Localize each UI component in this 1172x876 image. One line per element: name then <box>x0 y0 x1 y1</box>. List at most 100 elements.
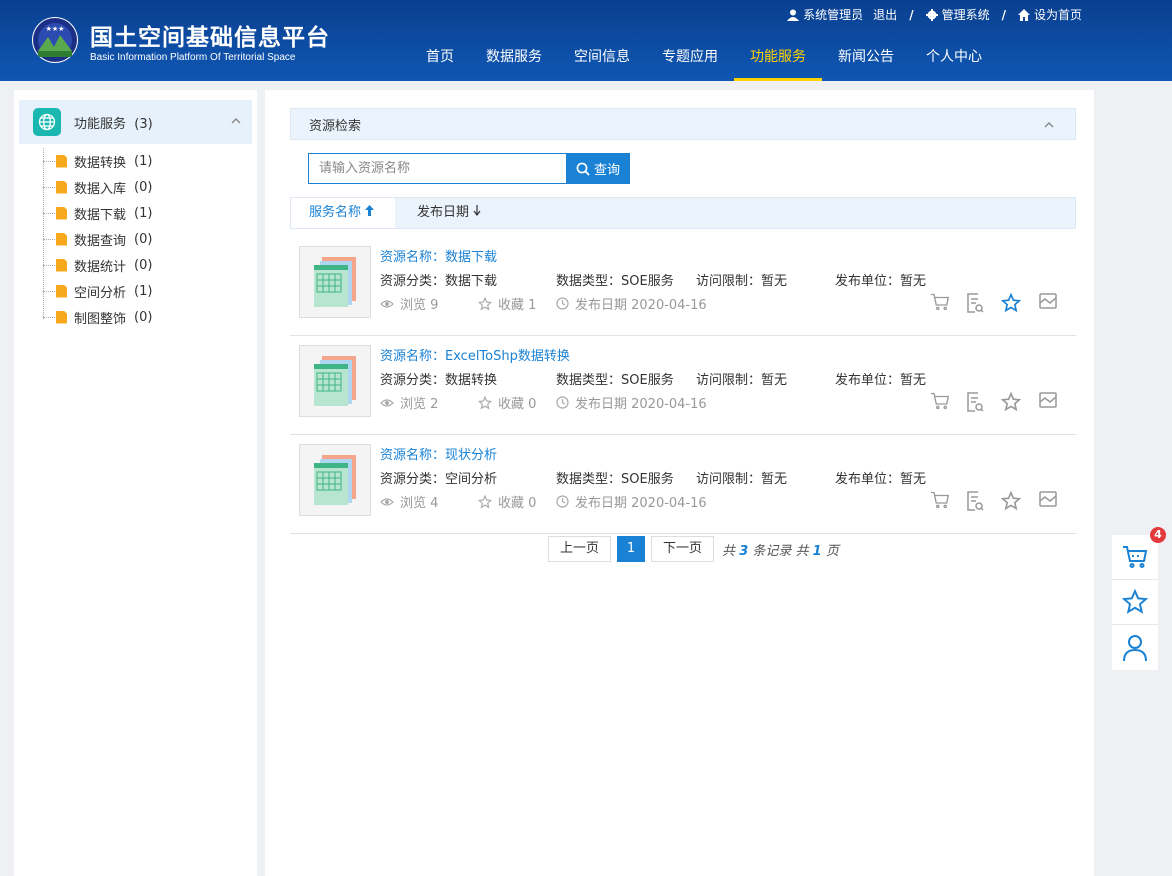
sidebar-item-data-download[interactable]: 数据下载 (1) <box>42 200 257 226</box>
eye-icon <box>380 398 394 407</box>
resource-item: 资源名称：现状分析 资源分类：空间分析 数据类型：SOE服务 访问限制：暂无 发布单位：… <box>290 435 1076 534</box>
star-icon <box>478 395 492 409</box>
total-pages: 1 <box>812 543 822 559</box>
separator: / <box>909 7 914 22</box>
logo: ★★★ <box>32 17 78 63</box>
sidebar-item-data-conversion[interactable]: 数据转换 (1) <box>42 148 257 174</box>
resource-data-type: 数据类型：SOE服务 <box>556 373 674 388</box>
top-user-bar: 系统管理员 退出 / 管理系统 / 设为首页 <box>787 6 1082 23</box>
sort-by-name[interactable]: 服务名称 <box>291 198 395 228</box>
nav-function-service[interactable]: 功能服务 <box>734 36 822 81</box>
nav-personal-center[interactable]: 个人中心 <box>910 36 998 81</box>
folder-icon <box>56 310 67 324</box>
floating-toolbar: 4 <box>1112 527 1166 670</box>
sidebar-category-header[interactable]: 功能服务 (3) <box>19 100 252 144</box>
float-cart-button[interactable]: 4 <box>1112 527 1166 580</box>
platform-title: 国土空间基础信息平台 <box>90 25 330 51</box>
nav-thematic-app[interactable]: 专题应用 <box>646 36 734 81</box>
sidebar-item-data-query[interactable]: 数据查询 (0) <box>42 226 257 252</box>
float-user-button[interactable] <box>1112 625 1158 670</box>
main-panel: 资源检索 查询 服务名称 发布日期 资源名称：数据下载资源分类：数据下载数据类型… <box>265 90 1094 876</box>
sidebar-item-spatial-analysis[interactable]: 空间分析 (1) <box>42 278 257 304</box>
resource-name-link[interactable]: 资源名称：数据下载 <box>380 246 497 265</box>
favorite-star-icon[interactable] <box>1000 292 1022 313</box>
folder-icon <box>56 206 67 220</box>
user-icon <box>1123 634 1147 661</box>
chevron-up-icon[interactable] <box>1043 119 1055 131</box>
resource-thumbnail[interactable] <box>299 444 371 516</box>
view-detail-icon[interactable] <box>966 392 986 412</box>
clock-icon <box>556 297 569 310</box>
search-button[interactable]: 查询 <box>566 153 630 184</box>
resource-favorites: 收藏 0 <box>478 492 536 511</box>
map-preview-icon[interactable] <box>1039 293 1059 313</box>
cart-count-badge: 4 <box>1150 527 1166 543</box>
map-preview-icon[interactable] <box>1039 491 1059 511</box>
add-to-cart-icon[interactable] <box>930 392 950 412</box>
resource-name-link[interactable]: 资源名称：ExcelToShp数据转换 <box>380 345 570 364</box>
search-icon <box>576 162 590 176</box>
cart-icon <box>1123 546 1148 568</box>
nav-home[interactable]: 首页 <box>410 36 470 81</box>
resource-thumbnail[interactable] <box>299 246 371 318</box>
logout-link[interactable]: 退出 <box>873 6 897 23</box>
star-icon <box>478 296 492 310</box>
sort-by-date[interactable]: 发布日期 <box>399 198 499 228</box>
favorite-star-icon[interactable] <box>1000 391 1022 412</box>
resource-publish-date: 发布日期 2020-04-16 <box>556 393 707 412</box>
nav-spatial-info[interactable]: 空间信息 <box>558 36 646 81</box>
chevron-up-icon[interactable] <box>230 115 242 127</box>
resource-publish-date: 发布日期 2020-04-16 <box>556 492 707 511</box>
resource-access-limit: 访问限制：暂无 <box>696 274 788 289</box>
resource-category: 资源分类：数据下载 <box>380 274 498 289</box>
resource-publisher: 发布单位：暂无 <box>835 274 927 289</box>
page-number-button[interactable]: 1 <box>617 536 646 562</box>
resource-favorites: 收藏 1 <box>478 294 536 313</box>
sidebar-title: 功能服务 (3) <box>74 116 153 132</box>
sidebar-item-data-statistics[interactable]: 数据统计 (0) <box>42 252 257 278</box>
admin-label: 管理系统 <box>941 8 990 22</box>
star-icon <box>1122 589 1148 614</box>
resource-publisher: 发布单位：暂无 <box>835 472 927 487</box>
next-page-button[interactable]: 下一页 <box>651 536 715 562</box>
sidebar-item-map-decoration[interactable]: 制图整饰 (0) <box>42 304 257 330</box>
eye-icon <box>380 497 394 506</box>
resource-thumbnail[interactable] <box>299 345 371 417</box>
resource-list: 资源名称：数据下载 资源分类：数据下载 数据类型：SOE服务 访问限制：暂无 发布单位：… <box>290 237 1076 534</box>
search-section-header[interactable]: 资源检索 <box>290 108 1076 140</box>
sidebar-item-data-import[interactable]: 数据入库 (0) <box>42 174 257 200</box>
page-info: 共 3 条记录 共 1 页 <box>722 543 839 559</box>
arrow-up-icon <box>365 205 375 216</box>
clock-icon <box>556 396 569 409</box>
resource-name-link[interactable]: 资源名称：现状分析 <box>380 444 497 463</box>
resource-data-type: 数据类型：SOE服务 <box>556 274 674 289</box>
nav-data-service[interactable]: 数据服务 <box>470 36 558 81</box>
resource-views: 浏览 2 <box>380 393 438 412</box>
folder-icon <box>56 154 67 168</box>
separator: / <box>1001 7 1006 22</box>
resource-views: 浏览 4 <box>380 492 438 511</box>
map-preview-icon[interactable] <box>1039 392 1059 412</box>
folder-icon <box>56 258 67 272</box>
current-user[interactable]: 系统管理员 <box>787 6 863 23</box>
platform-subtitle: Basic Information Platform Of Territoria… <box>90 52 296 63</box>
prev-page-button[interactable]: 上一页 <box>548 536 612 562</box>
nav-news[interactable]: 新闻公告 <box>822 36 910 81</box>
clock-icon <box>556 495 569 508</box>
view-detail-icon[interactable] <box>966 491 986 511</box>
view-detail-icon[interactable] <box>966 293 986 313</box>
admin-link[interactable]: 管理系统 <box>925 6 990 23</box>
sidebar: 功能服务 (3) 数据转换 (1) 数据入库 (0) 数据下载 (1) 数据查询 (0)… <box>14 90 257 876</box>
sort-bar: 服务名称 发布日期 <box>290 197 1076 229</box>
resource-category: 资源分类：数据转换 <box>380 373 498 388</box>
favorite-star-icon[interactable] <box>1000 490 1022 511</box>
main-nav: 首页 数据服务 空间信息 专题应用 功能服务 新闻公告 个人中心 <box>410 36 998 81</box>
add-to-cart-icon[interactable] <box>930 491 950 511</box>
resource-item: 资源名称：数据下载资源分类：数据下载 数据类型：SOE服务 访问限制：暂无 发布单位：… <box>290 237 1076 336</box>
float-favorite-button[interactable] <box>1112 580 1158 625</box>
homepage-label: 设为首页 <box>1033 8 1082 22</box>
gear-icon <box>925 8 938 21</box>
set-homepage-link[interactable]: 设为首页 <box>1017 6 1082 23</box>
add-to-cart-icon[interactable] <box>930 293 950 313</box>
resource-access-limit: 访问限制：暂无 <box>696 472 788 487</box>
